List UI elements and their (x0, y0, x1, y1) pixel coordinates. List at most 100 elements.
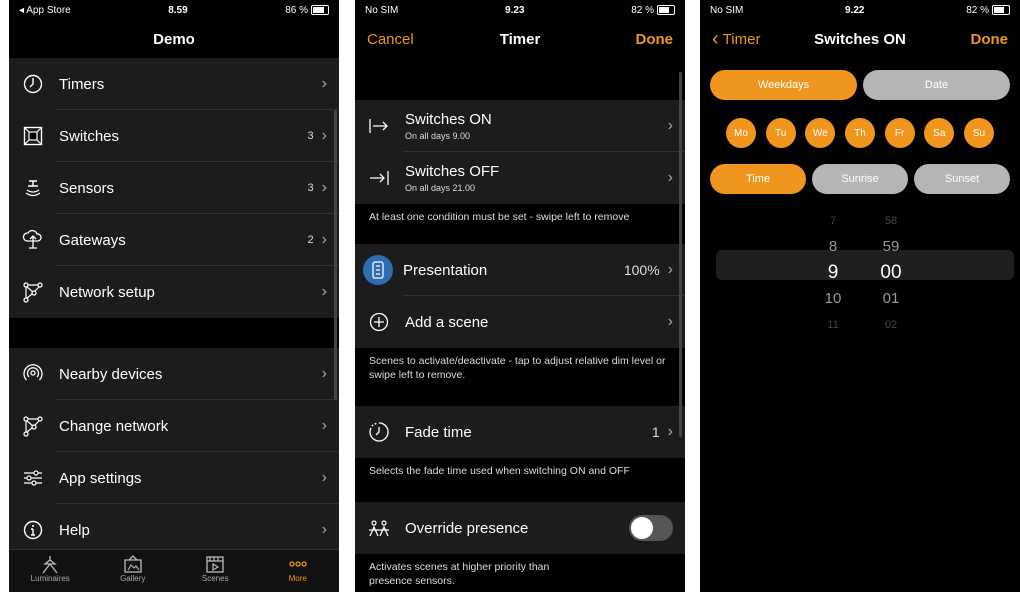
override-presence-toggle[interactable] (629, 515, 673, 541)
hour-option: 8 (828, 238, 838, 255)
plus-circle-icon (367, 310, 391, 334)
chevron-right-icon: › (321, 231, 327, 248)
tab-scenes[interactable]: Scenes (185, 554, 245, 583)
status-time: 9.22 (845, 4, 865, 16)
chevron-right-icon: › (667, 313, 673, 330)
chevron-right-icon: › (667, 117, 673, 134)
mode-segmented-control: Weekdays Date (700, 70, 1020, 100)
chevron-right-icon: › (321, 365, 327, 382)
nav-bar: ‹ Timer Switches ON Done (700, 20, 1020, 58)
battery-percent: 82 % (631, 4, 654, 16)
section-gap (355, 58, 685, 100)
menu-item-timers[interactable]: Timers › (9, 58, 339, 110)
chevron-right-icon: › (321, 283, 327, 300)
menu-item-label: Gateways (59, 231, 126, 249)
status-battery: 82 % (966, 5, 1010, 16)
menu-item-nearby-devices[interactable]: Nearby devices › (9, 348, 339, 400)
tab-luminaires[interactable]: Luminaires (20, 554, 80, 583)
row-label: Switches ON (405, 111, 492, 128)
chevron-right-icon: › (321, 521, 327, 538)
tab-label: Scenes (201, 574, 229, 583)
day-monday[interactable]: Mo (726, 118, 756, 148)
menu-item-label: Switches (59, 127, 120, 145)
tab-more[interactable]: More (268, 554, 328, 583)
status-carrier: No SIM (365, 4, 399, 16)
scenes-hint: Scenes to activate/deactivate - tap to a… (369, 355, 666, 381)
tab-gallery[interactable]: Gallery (103, 554, 163, 583)
tab-sunrise[interactable]: Sunrise (812, 164, 908, 194)
day-friday[interactable]: Fr (884, 118, 915, 148)
page-title: Demo (153, 30, 195, 48)
menu-item-sensors[interactable]: Sensors 3 › (9, 162, 339, 214)
clock-icon (21, 72, 45, 96)
menu-item-label: App settings (59, 469, 142, 487)
add-scene-row[interactable]: Add a scene › (355, 296, 685, 348)
back-button[interactable]: ‹ Timer (712, 20, 760, 58)
presentation-scene-row[interactable]: Presentation 100% › (355, 244, 685, 296)
section-gap (9, 318, 339, 348)
condition-hint: At least one condition must be set - swi… (369, 211, 630, 223)
done-button[interactable]: Done (636, 20, 674, 58)
page-title: Switches ON (814, 30, 906, 48)
menu-item-label: Sensors (59, 179, 115, 197)
panel-more-menu: ◂ App Store 8.59 86 % Demo Timers › Swit… (9, 0, 339, 592)
row-label: Add a scene (405, 313, 489, 331)
hour-selected: 9 (827, 262, 839, 283)
tab-time[interactable]: Time (710, 164, 806, 194)
chevron-left-icon: ‹ (712, 27, 719, 50)
count-badge: 3 (307, 130, 314, 142)
page-title: Timer (499, 30, 541, 48)
sensor-icon (21, 176, 45, 200)
luminaire-icon (42, 556, 58, 574)
fade-time-row[interactable]: Fade time 1 › (355, 406, 685, 458)
hour-option: 11 (827, 319, 839, 331)
day-tuesday[interactable]: Tu (765, 118, 796, 148)
tab-sunset[interactable]: Sunset (914, 164, 1010, 194)
row-label: Fade time (405, 423, 472, 441)
gateway-cloud-icon (21, 228, 45, 252)
chevron-right-icon: › (667, 423, 673, 440)
chevron-right-icon: › (321, 179, 327, 196)
row-subtitle: On all days 21.00 (405, 183, 476, 193)
day-sunday[interactable]: Su (963, 118, 994, 148)
scrollbar[interactable] (334, 110, 337, 400)
menu-item-label: Help (59, 521, 90, 539)
row-label: Override presence (405, 519, 529, 537)
minute-wheel[interactable]: 58 59 00 01 02 (866, 208, 916, 338)
hour-wheel[interactable]: 7 8 9 10 11 (808, 208, 858, 338)
panel-switches-on: No SIM 9.22 82 % ‹ Timer Switches ON Done… (700, 0, 1020, 592)
menu-item-gateways[interactable]: Gateways 2 › (9, 214, 339, 266)
day-thursday[interactable]: Th (844, 118, 875, 148)
count-badge: 3 (307, 182, 314, 194)
menu-item-label: Change network (59, 417, 169, 435)
status-carrier: ◂ App Store (19, 4, 71, 16)
status-battery: 82 % (631, 5, 675, 16)
menu-item-change-network[interactable]: Change network › (9, 400, 339, 452)
nav-bar: Demo (9, 20, 339, 58)
chevron-right-icon: › (667, 169, 673, 186)
network-icon (21, 280, 45, 304)
nav-bar: Cancel Timer Done (355, 20, 685, 58)
day-saturday[interactable]: Sa (924, 118, 955, 148)
tab-label: Luminaires (30, 574, 70, 583)
switches-on-row[interactable]: Switches ON On all days 9.00 › (355, 100, 685, 152)
time-picker[interactable]: 7 8 9 10 11 58 59 00 01 02 (700, 208, 1020, 331)
status-battery: 86 % (285, 5, 329, 16)
menu-item-app-settings[interactable]: App settings › (9, 452, 339, 504)
fade-value: 1 (651, 424, 660, 440)
fade-clock-icon (367, 420, 391, 444)
row-label: Presentation (403, 261, 488, 279)
switches-off-row[interactable]: Switches OFF On all days 21.00 › (355, 152, 685, 204)
status-bar: No SIM 9.22 82 % (700, 0, 1020, 20)
tab-date[interactable]: Date (863, 70, 1010, 100)
cancel-button[interactable]: Cancel (367, 20, 414, 58)
menu-item-switches[interactable]: Switches 3 › (9, 110, 339, 162)
day-wednesday[interactable]: We (805, 118, 836, 148)
menu-item-network-setup[interactable]: Network setup › (9, 266, 339, 318)
done-button[interactable]: Done (971, 20, 1009, 58)
scrollbar[interactable] (679, 72, 682, 437)
override-hint: Activates scenes at higher priority than… (369, 561, 550, 587)
chevron-right-icon: › (667, 261, 673, 278)
status-bar: ◂ App Store 8.59 86 % (9, 0, 339, 20)
tab-weekdays[interactable]: Weekdays (710, 70, 857, 100)
